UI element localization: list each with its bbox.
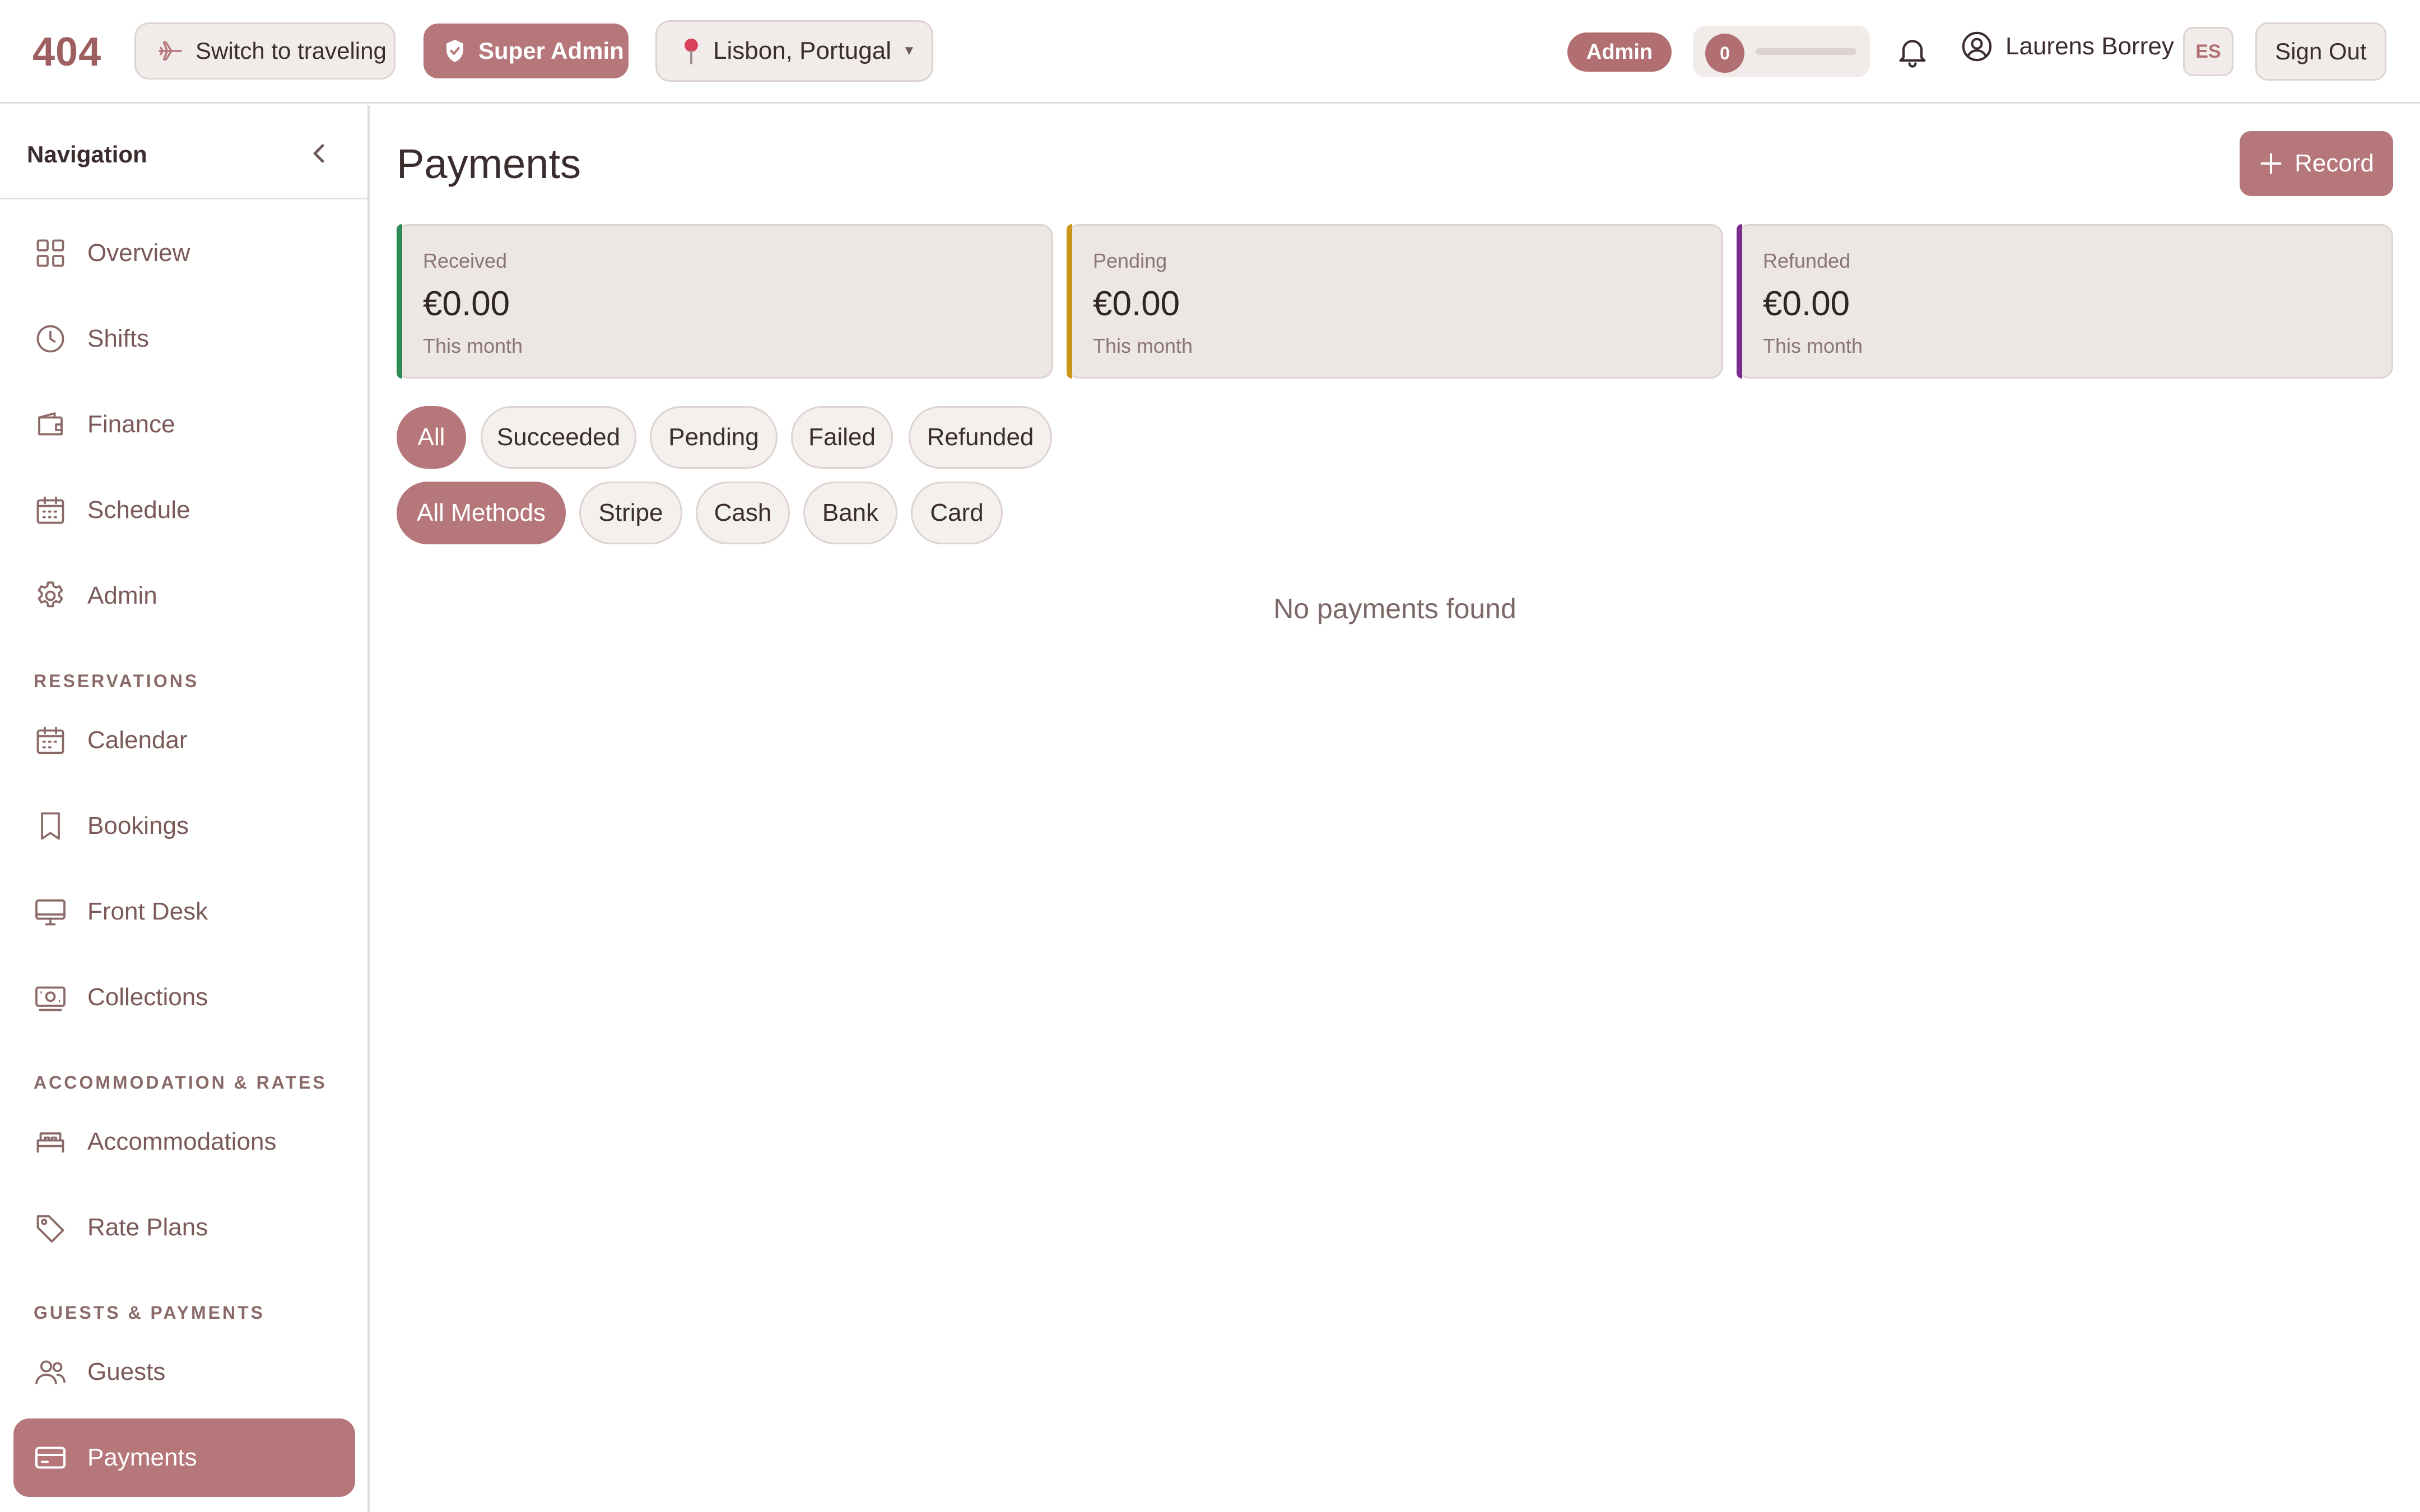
sidebar-item-label: Front Desk <box>87 898 208 925</box>
sidebar-item-label: Finance <box>87 410 175 438</box>
chevron-down-icon: ▼ <box>902 43 916 58</box>
page-title: Payments <box>397 141 581 187</box>
sidebar-item-collections[interactable]: Collections <box>13 958 355 1037</box>
sidebar-item-label: Payments <box>87 1444 197 1471</box>
card-value: €0.00 <box>423 284 510 323</box>
monitor-icon <box>35 899 66 926</box>
filter-method-all[interactable]: All Methods <box>397 482 566 544</box>
tag-icon <box>36 1215 64 1243</box>
wallet-icon <box>38 412 63 436</box>
filter-status-pending[interactable]: Pending <box>650 406 778 469</box>
switch-label: Switch to traveling <box>196 38 387 64</box>
super-admin-label: Super Admin <box>478 38 624 64</box>
filter-method-card[interactable]: Card <box>911 482 1003 544</box>
card-value: €0.00 <box>1093 284 1180 323</box>
location-label: Lisbon, Portugal <box>713 37 891 64</box>
shield-icon <box>446 40 463 62</box>
bookmark-icon <box>41 812 60 840</box>
sidebar-item-shifts[interactable]: Shifts <box>13 300 355 378</box>
filter-status-all[interactable]: All <box>397 406 466 469</box>
location-selector[interactable]: Lisbon, Portugal ▼ <box>655 20 933 82</box>
banknote-icon <box>35 986 66 1011</box>
filter-method-bank[interactable]: Bank <box>803 482 897 544</box>
plus-icon <box>2260 153 2282 174</box>
summary-card-pending: Pending €0.00 This month <box>1067 224 1723 379</box>
filter-status-refunded[interactable]: Refunded <box>909 406 1052 469</box>
filter-status-succeeded[interactable]: Succeeded <box>481 406 636 469</box>
top-bar: 404 Switch to traveling Super Admin Lisb… <box>0 0 2420 104</box>
filter-method-cash[interactable]: Cash <box>696 482 790 544</box>
card-accent <box>1067 224 1072 379</box>
sidebar-item-finance[interactable]: Finance <box>13 385 355 464</box>
sidebar-item-payments[interactable]: Payments <box>13 1418 355 1497</box>
sign-out-button[interactable]: Sign Out <box>2255 22 2386 81</box>
role-badge: Admin <box>1567 32 1672 72</box>
sidebar-item-schedule[interactable]: Schedule <box>13 471 355 549</box>
chevron-left-icon[interactable] <box>308 140 331 167</box>
sidebar: Navigation Overview Shifts Finance Sched… <box>0 105 370 1512</box>
card-subtext: This month <box>423 334 523 357</box>
gear-icon <box>38 581 63 608</box>
sidebar-item-calendar[interactable]: Calendar <box>13 701 355 780</box>
plane-icon <box>159 41 182 61</box>
progress-count: 0 <box>1705 34 1744 73</box>
sidebar-item-label: Collections <box>87 983 208 1011</box>
empty-state-message: No payments found <box>1273 593 1516 624</box>
clock-icon <box>36 325 64 353</box>
progress-indicator[interactable]: 0 <box>1693 26 1870 77</box>
sidebar-item-label: Overview <box>87 239 190 267</box>
credit-card-icon <box>35 1446 66 1469</box>
sidebar-item-label: Shifts <box>87 325 150 352</box>
sidebar-header: Navigation <box>0 105 367 199</box>
bell-icon[interactable] <box>1895 34 1930 69</box>
card-label: Refunded <box>1763 249 1851 272</box>
calendar-icon <box>36 726 64 754</box>
sidebar-section-reservations: RESERVATIONS <box>34 671 199 691</box>
super-admin-button[interactable]: Super Admin <box>424 24 629 78</box>
language-toggle[interactable]: ES <box>2183 27 2233 76</box>
sidebar-item-admin[interactable]: Admin <box>13 557 355 635</box>
sidebar-item-overview[interactable]: Overview <box>13 214 355 292</box>
sidebar-title: Navigation <box>27 141 147 167</box>
sidebar-item-label: Schedule <box>87 496 190 524</box>
sidebar-item-label: Guests <box>87 1358 166 1385</box>
grid-icon <box>36 239 64 267</box>
sidebar-item-rate-plans[interactable]: Rate Plans <box>13 1188 355 1267</box>
card-accent <box>1737 224 1742 379</box>
sidebar-item-label: Bookings <box>87 812 189 839</box>
sidebar-section-guests-payments: GUESTS & PAYMENTS <box>34 1303 265 1323</box>
record-payment-button[interactable]: Record <box>2240 131 2393 196</box>
user-menu[interactable]: Laurens Borrey <box>1961 30 2174 63</box>
card-value: €0.00 <box>1763 284 1850 323</box>
card-subtext: This month <box>1093 334 1193 357</box>
filter-method-stripe[interactable]: Stripe <box>579 482 682 544</box>
bed-icon <box>36 1132 64 1153</box>
sidebar-item-label: Admin <box>87 582 157 609</box>
sidebar-item-label: Accommodations <box>87 1128 277 1155</box>
sidebar-item-guests[interactable]: Guests <box>13 1333 355 1411</box>
map-pin-icon <box>685 38 698 64</box>
record-label: Record <box>2295 150 2374 177</box>
calendar-grid-icon <box>36 496 64 524</box>
user-circle-icon <box>1962 31 1992 62</box>
users-icon <box>35 1360 66 1384</box>
sidebar-item-bookings[interactable]: Bookings <box>13 787 355 865</box>
sidebar-section-accommodation-rates: ACCOMMODATION & RATES <box>34 1072 327 1093</box>
summary-card-refunded: Refunded €0.00 This month <box>1737 224 2393 379</box>
summary-card-received: Received €0.00 This month <box>397 224 1053 379</box>
sidebar-item-front-desk[interactable]: Front Desk <box>13 872 355 951</box>
card-subtext: This month <box>1763 334 1863 357</box>
card-label: Pending <box>1093 249 1167 272</box>
progress-track <box>1756 48 1856 55</box>
switch-to-traveling-button[interactable]: Switch to traveling <box>134 22 395 80</box>
sidebar-item-accommodations[interactable]: Accommodations <box>13 1103 355 1181</box>
app-logo[interactable]: 404 <box>32 29 101 75</box>
sidebar-item-label: Rate Plans <box>87 1214 208 1241</box>
card-accent <box>397 224 402 379</box>
filter-status-failed[interactable]: Failed <box>791 406 893 469</box>
user-name: Laurens Borrey <box>2005 32 2174 60</box>
card-label: Received <box>423 249 508 272</box>
sidebar-item-label: Calendar <box>87 726 188 754</box>
